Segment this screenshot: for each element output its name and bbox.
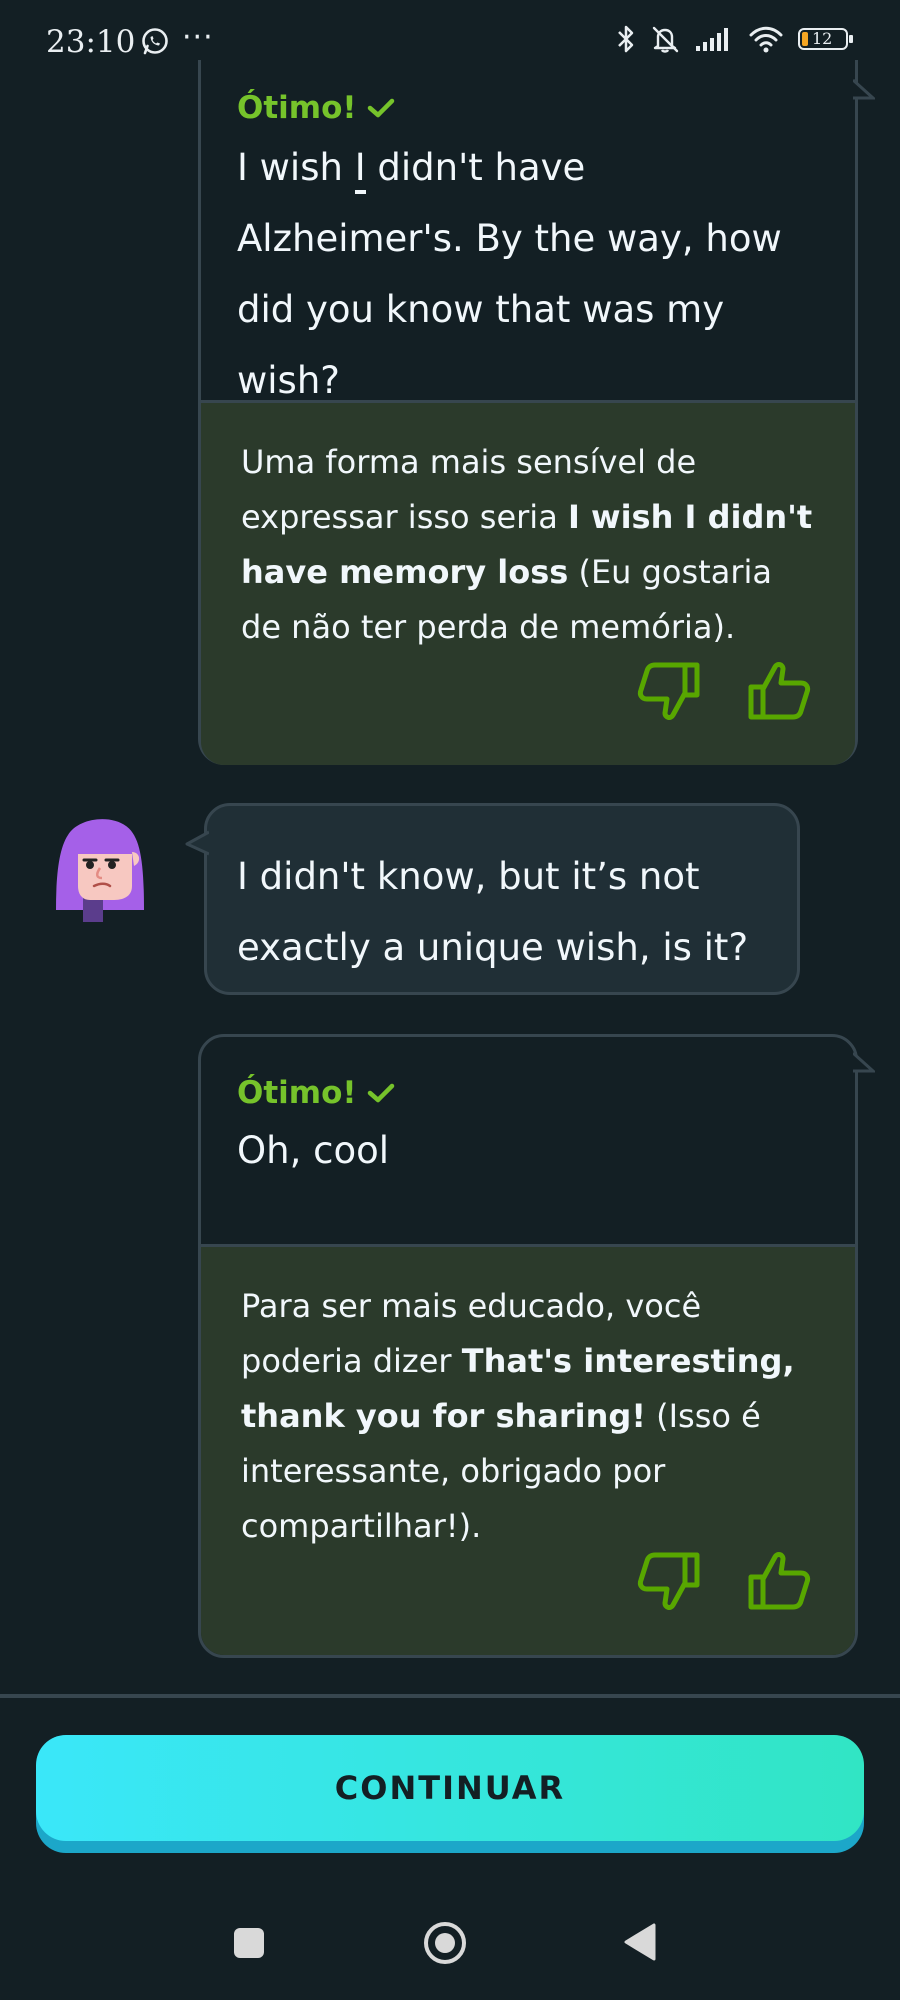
bubble-tail: [853, 78, 875, 100]
user-message-bubble: Ótimo! I wish I didn't have Alzheimer's.…: [198, 60, 875, 765]
signal-icon: [696, 28, 728, 51]
thumbs-up-icon[interactable]: [743, 655, 815, 727]
user-message-text: I wish I didn't have Alzheimer's. By the…: [237, 146, 782, 402]
feedback-text: Uma forma mais sensível de expressar iss…: [241, 443, 813, 646]
battery-icon: 12: [798, 28, 853, 50]
bubble-tail: [853, 1051, 875, 1073]
thumbs-down-icon[interactable]: [633, 1545, 705, 1617]
footer-divider: [0, 1694, 900, 1698]
highlighted-word[interactable]: I: [354, 146, 366, 194]
feedback-panel: Para ser mais educado, você poderia dize…: [201, 1244, 855, 1655]
user-message-text: Oh, cool: [237, 1129, 389, 1172]
back-icon[interactable]: [622, 1922, 658, 1962]
continue-button[interactable]: CONTINUAR: [36, 1735, 864, 1841]
correct-label-text: Ótimo!: [237, 90, 357, 126]
check-icon: [367, 1083, 394, 1103]
recents-icon[interactable]: [232, 1926, 266, 1960]
bell-off-icon: [652, 26, 679, 53]
home-icon[interactable]: [422, 1920, 468, 1966]
continue-button-wrap: CONTINUAR: [36, 1735, 864, 1853]
feedback-rating: [633, 655, 815, 727]
battery-level: 12: [812, 29, 833, 48]
bluetooth-icon: [618, 25, 634, 53]
user-message-bubble: Ótimo! Oh, cool Para ser mais educado, v…: [198, 1034, 875, 1658]
whatsapp-icon: [142, 28, 168, 55]
status-more-icon: ···: [182, 20, 214, 55]
system-nav-bar: [0, 1900, 900, 2000]
correct-label: Ótimo!: [237, 90, 819, 126]
feedback-rating: [633, 1545, 815, 1617]
correct-label: Ótimo!: [237, 1075, 819, 1111]
correct-label-text: Ótimo!: [237, 1075, 357, 1111]
ai-message-bubble: I didn't know, but it’s not exactly a un…: [185, 803, 800, 995]
ai-message-text[interactable]: I didn't know, but it’s not exactly a un…: [237, 841, 767, 983]
bubble-tail: [185, 830, 209, 856]
status-time: 23:10: [46, 24, 136, 60]
feedback-text: Para ser mais educado, você poderia dize…: [241, 1287, 795, 1545]
thumbs-up-icon[interactable]: [743, 1545, 815, 1617]
wifi-icon: [749, 26, 783, 53]
thumbs-down-icon[interactable]: [633, 655, 705, 727]
feedback-panel: Uma forma mais sensível de expressar iss…: [201, 400, 855, 765]
character-avatar: [56, 819, 144, 922]
check-icon: [367, 98, 394, 118]
